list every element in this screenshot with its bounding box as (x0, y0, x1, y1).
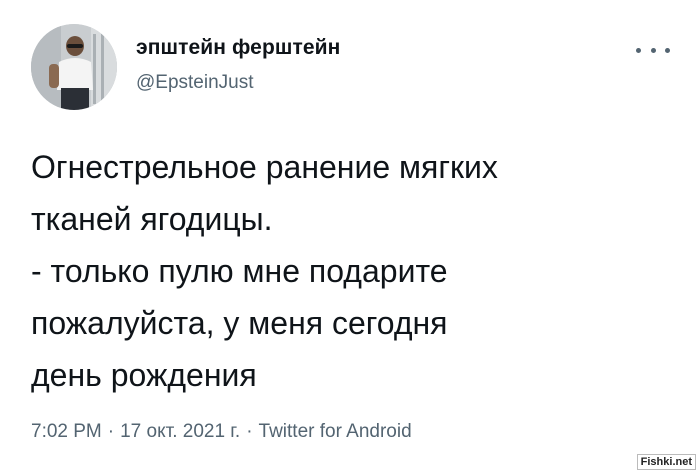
username-handle[interactable]: @EpsteinJust (136, 72, 254, 94)
more-options-button[interactable] (636, 44, 670, 56)
avatar-photo (31, 24, 117, 110)
tweet-text-line: тканей ягодицы. (31, 201, 273, 237)
tweet-text-line: - только пулю мне подарите (31, 253, 448, 289)
tweet-meta: 7:02 PM · 17 окт. 2021 г. · Twitter for Andr… (31, 421, 412, 443)
avatar[interactable] (31, 24, 117, 110)
meta-separator: · (246, 421, 253, 442)
meta-separator: · (107, 421, 115, 442)
more-dots-icon (650, 47, 656, 53)
tweet-text: Огнестрельное ранение мягких тканей ягод… (31, 141, 681, 401)
more-dots-icon (636, 47, 641, 53)
tweet-time[interactable]: 7:02 PM (31, 421, 102, 442)
tweet-text-line: пожалуйста, у меня сегодня (31, 305, 448, 341)
tweet-text-line: день рождения (31, 357, 257, 393)
tweet-card: эпштейн ферштейн @EpsteinJust Огнестрель… (0, 0, 700, 473)
tweet-date[interactable]: 17 окт. 2021 г. (120, 421, 240, 442)
more-dots-icon (665, 47, 670, 53)
display-name[interactable]: эпштейн ферштейн (136, 36, 340, 60)
tweet-text-line: Огнестрельное ранение мягких (31, 149, 498, 185)
tweet-source-link[interactable]: Twitter for Android (259, 421, 412, 442)
watermark: Fishki.net (636, 454, 696, 470)
